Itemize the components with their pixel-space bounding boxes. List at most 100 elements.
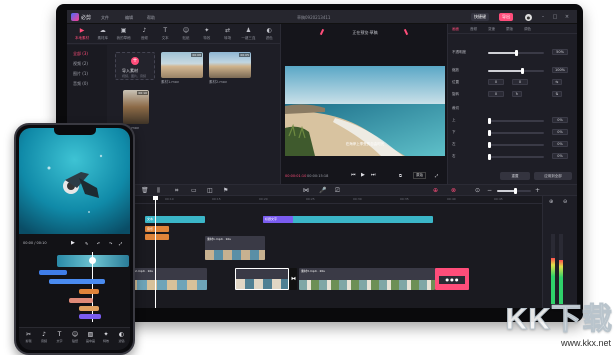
rotate-icon[interactable]: ↻ — [512, 91, 522, 97]
media-thumbnail-1[interactable]: 00:08 — [161, 52, 203, 78]
category-item[interactable]: 全部 (3) — [73, 51, 88, 57]
zoom-in-icon[interactable]: + — [535, 187, 540, 195]
export-button[interactable]: 导出 — [499, 13, 513, 21]
crop-slider[interactable] — [488, 154, 544, 160]
phone-fullscreen-icon[interactable]: ⤢ — [119, 241, 122, 246]
phone-playhead-knob[interactable] — [89, 257, 96, 264]
tab-music[interactable]: ♪ 音频 — [133, 27, 155, 43]
phone-effect-track[interactable] — [79, 314, 101, 319]
property-tab[interactable]: 音频 — [470, 27, 477, 32]
audio-clip-1[interactable]: 音乐 — [145, 226, 169, 232]
minimize-icon[interactable]: – — [539, 13, 547, 21]
title-clip[interactable]: 标题文字 — [263, 216, 293, 223]
media-thumbnail-3[interactable]: 00:10 — [123, 90, 149, 124]
flip-v-icon[interactable]: ⇅ — [552, 91, 562, 97]
tab-folder[interactable]: ▣ 我的草稿 — [113, 27, 135, 43]
media-thumbnail-2[interactable]: 00:05 — [209, 52, 251, 78]
phone-audio-track-2[interactable] — [49, 279, 105, 284]
timeline-ruler[interactable]: 00:0000:0500:1000:1500:2000:2500:3000:35… — [67, 196, 542, 204]
split-icon[interactable]: ⫼ — [157, 187, 160, 195]
mirror-icon[interactable]: ◫ — [207, 187, 213, 195]
playhead[interactable] — [153, 196, 158, 308]
zoom-slider[interactable] — [497, 188, 531, 194]
tab-video[interactable]: ▶ 本地素材 — [71, 27, 93, 43]
video-clip-3[interactable]: 素材3.mp4 · 20s — [299, 268, 435, 290]
phone-play-icon[interactable]: ▶ — [71, 240, 75, 246]
close-icon[interactable]: × — [563, 13, 571, 21]
crop-value[interactable]: 0% — [552, 129, 568, 135]
phone-tool-picture[interactable]: ▧ 画中画 — [84, 331, 97, 343]
phone-undo-icon[interactable]: ↶ — [97, 241, 100, 246]
phone-tool-sticker[interactable]: ☺ 贴纸 — [69, 331, 82, 343]
zoom-in-icon[interactable]: ⊕ — [549, 198, 553, 206]
property-tab[interactable]: 蒙版 — [506, 27, 513, 32]
phone-audio-track-1[interactable] — [39, 270, 67, 275]
rotate-field[interactable]: 0 — [488, 91, 504, 97]
transition-marker[interactable]: ⧓ — [289, 268, 297, 290]
tab-filter[interactable]: ◐ 滤色 — [258, 27, 280, 43]
reset-button[interactable]: 重置 — [500, 172, 530, 180]
end-template-clip[interactable]: ● ● ● — [435, 268, 469, 290]
fullscreen-icon[interactable]: ⤢ — [435, 173, 438, 178]
audio-sep-icon[interactable]: ⊗ — [451, 187, 456, 195]
crop-slider[interactable] — [488, 142, 544, 148]
flip-h-icon[interactable]: ⇆ — [552, 79, 562, 85]
opacity-value[interactable]: 50% — [552, 49, 568, 55]
prev-frame-icon[interactable]: ⏮ — [351, 172, 356, 178]
marker-icon[interactable]: ⚑ — [223, 187, 228, 195]
menu-help[interactable]: 帮助 — [147, 15, 155, 21]
menu-edit[interactable]: 编辑 — [125, 15, 133, 21]
phone-tool-effect[interactable]: ✦ 特效 — [100, 331, 113, 343]
zoom-fit-icon[interactable]: ⊙ — [475, 187, 480, 195]
phone-text-track-3[interactable] — [79, 306, 99, 311]
crop-slider[interactable] — [488, 118, 544, 124]
opacity-slider[interactable] — [488, 50, 544, 56]
phone-tool-scissors[interactable]: ✂ 剪辑 — [22, 331, 35, 343]
tab-sticker[interactable]: ☺ 贴纸 — [175, 27, 197, 43]
crop-slider[interactable] — [488, 130, 544, 136]
crop-value[interactable]: 0% — [552, 117, 568, 123]
next-frame-icon[interactable]: ⏭ — [371, 172, 376, 178]
menu-file[interactable]: 文件 — [101, 15, 109, 21]
phone-pen-icon[interactable]: ✎ — [85, 241, 88, 246]
video-clip-1[interactable]: 素材1.mp4 · 10s — [205, 236, 265, 260]
phone-redo-icon[interactable]: ↷ — [109, 241, 112, 246]
category-item[interactable]: 音频 (0) — [73, 81, 88, 87]
crop-value[interactable]: 0% — [552, 153, 568, 159]
tab-transition[interactable]: ⇄ 转场 — [217, 27, 239, 43]
phone-tool-text[interactable]: T 文字 — [53, 331, 66, 343]
preview-video[interactable]: 在海岸上享受的自由时光 — [285, 66, 445, 156]
tab-effect[interactable]: ✦ 特效 — [196, 27, 218, 43]
audio-clip-2[interactable] — [145, 234, 169, 240]
category-item[interactable]: 图片 (1) — [73, 71, 88, 77]
avatar[interactable]: ● — [525, 14, 532, 21]
play-icon[interactable]: ▶ — [361, 172, 365, 178]
tab-cloud[interactable]: ☁ 素材库 — [92, 27, 114, 43]
import-media-card[interactable]: + 导入素材 视频、图片、音频 — [115, 52, 155, 80]
phone-tool-music[interactable]: ♪ 音频 — [38, 331, 51, 343]
video-clip-selected[interactable] — [235, 268, 289, 290]
position-x-field[interactable]: 0 — [488, 79, 504, 85]
magnet-icon[interactable]: ⋈ — [303, 187, 309, 195]
category-item[interactable]: 视频 (2) — [73, 61, 88, 67]
property-tab[interactable]: 画面 — [452, 27, 459, 32]
scale-value[interactable]: 100% — [552, 67, 568, 73]
tab-template[interactable]: ♟ 一键三连 — [237, 27, 259, 43]
crop-icon[interactable]: ⧉ — [399, 173, 402, 178]
text-clip-1[interactable]: 文本 — [145, 216, 205, 223]
apply-all-button[interactable]: 应用到全部 — [534, 172, 572, 180]
property-tab[interactable]: 变速 — [488, 27, 495, 32]
property-tab[interactable]: 调色 — [524, 27, 531, 32]
camera-icon[interactable]: ⎚ — [335, 187, 340, 195]
crop-value[interactable]: 0% — [552, 141, 568, 147]
scale-slider[interactable] — [488, 68, 544, 74]
zoom-out-icon[interactable]: − — [487, 187, 492, 195]
phone-video[interactable] — [19, 128, 130, 234]
position-y-field[interactable]: 0 — [512, 79, 528, 85]
maximize-icon[interactable]: □ — [551, 13, 559, 21]
phone-tool-filter[interactable]: ◐ 滤镜 — [115, 331, 128, 343]
ratio-button[interactable]: 原始 — [413, 172, 426, 179]
phone-text-track-2[interactable] — [69, 298, 93, 303]
shortcut-button[interactable]: 快捷键 — [471, 13, 489, 21]
phone-text-track-1[interactable] — [79, 289, 99, 294]
